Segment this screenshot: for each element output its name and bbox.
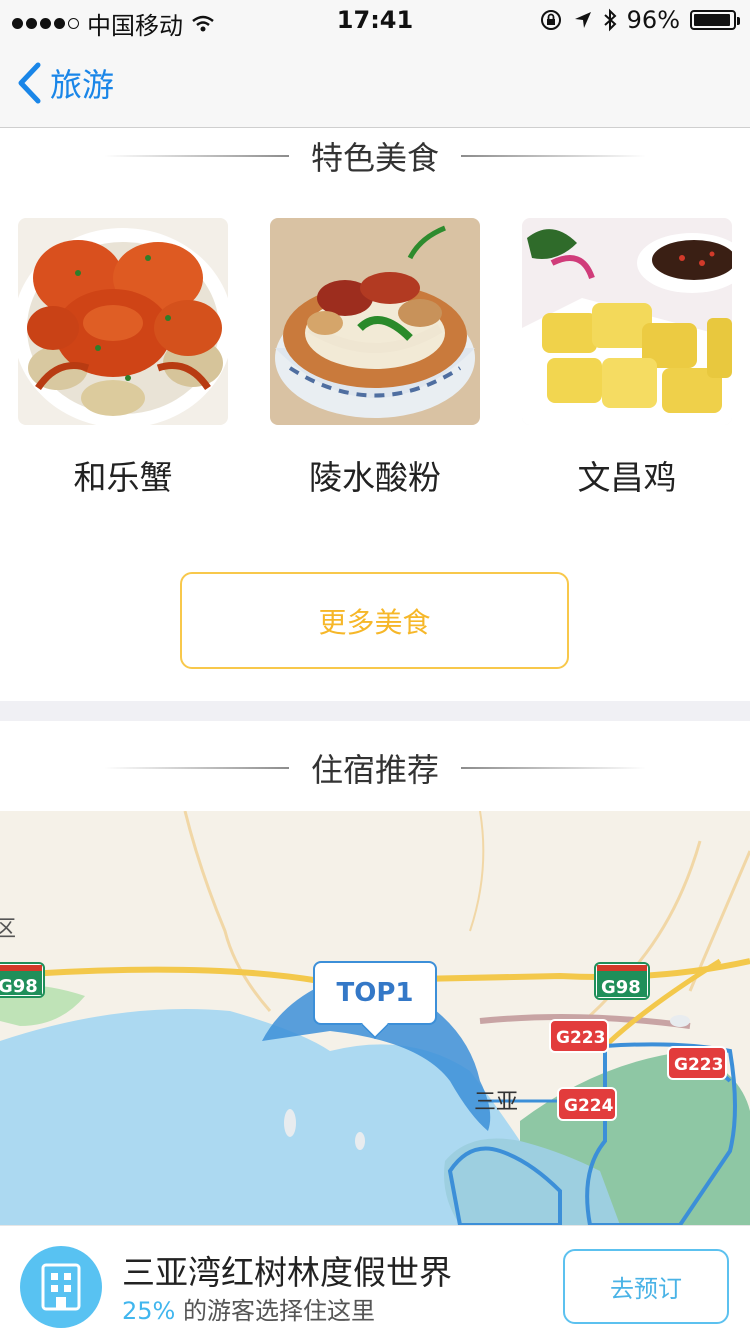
hotel-stat: 25% 的游客选择住这里 bbox=[122, 1291, 375, 1326]
food-name: 和乐蟹 bbox=[73, 458, 173, 497]
food-image-chicken bbox=[522, 218, 732, 425]
map-label-g98-left: G98 bbox=[0, 976, 38, 997]
map-label-g223-a: G223 bbox=[556, 1028, 605, 1048]
back-button[interactable]: 旅游 bbox=[16, 60, 114, 106]
food-item-chicken[interactable]: 文昌鸡 bbox=[522, 218, 732, 499]
hotel-recommendation-bar[interactable]: 三亚湾红树林度假世界 25% 的游客选择住这里 去预订 bbox=[0, 1225, 750, 1334]
food-item-noodles[interactable]: 陵水酸粉 bbox=[270, 218, 480, 499]
divider-line bbox=[461, 155, 646, 157]
food-name: 文昌鸡 bbox=[577, 458, 677, 497]
divider-line bbox=[103, 155, 289, 157]
map-label-city: 三亚 bbox=[474, 1090, 518, 1115]
map-marker-top1[interactable]: TOP1 bbox=[313, 961, 437, 1025]
food-section-title: 特色美食 bbox=[310, 139, 439, 177]
rotation-lock-icon bbox=[540, 10, 561, 30]
more-food-button[interactable]: 更多美食 bbox=[180, 572, 569, 669]
hotel-name: 三亚湾红树林度假世界 bbox=[122, 1253, 452, 1292]
bluetooth-icon bbox=[603, 8, 617, 32]
hotel-percent: 25% bbox=[122, 1297, 176, 1325]
hotel-map[interactable]: 区 G98 G98 G223 G223 G224 三亚 TOP1 bbox=[0, 811, 750, 1225]
book-button[interactable]: 去预订 bbox=[563, 1249, 729, 1324]
navigation-bar: 旅游 bbox=[0, 40, 750, 128]
lodging-section-header: 住宿推荐 bbox=[0, 738, 750, 798]
map-label-g223-b: G223 bbox=[674, 1055, 723, 1075]
lodging-section-title: 住宿推荐 bbox=[310, 751, 439, 789]
section-separator bbox=[0, 701, 750, 721]
back-label: 旅游 bbox=[50, 66, 115, 104]
food-image-noodles bbox=[270, 218, 480, 425]
map-label-g98-right: G98 bbox=[601, 977, 641, 998]
location-icon bbox=[574, 12, 591, 28]
food-grid: 和乐蟹 陵水酸粉 文昌鸡 bbox=[0, 218, 750, 499]
divider-line bbox=[103, 767, 289, 769]
status-right: 96% bbox=[539, 6, 740, 34]
battery-level bbox=[694, 14, 731, 26]
hotel-stat-text: 的游客选择住这里 bbox=[175, 1297, 375, 1325]
map-label-g224: G224 bbox=[564, 1096, 614, 1116]
divider-line bbox=[461, 767, 646, 769]
battery-percent: 96% bbox=[626, 6, 680, 34]
status-bar: 中国移动 17:41 96% bbox=[0, 0, 750, 40]
battery-icon bbox=[690, 10, 740, 30]
chevron-left-icon bbox=[18, 62, 41, 104]
food-image-crab bbox=[18, 218, 228, 425]
food-item-crab[interactable]: 和乐蟹 bbox=[18, 218, 228, 499]
food-name: 陵水酸粉 bbox=[309, 458, 441, 497]
map-label-district: 区 bbox=[0, 917, 16, 942]
hotel-building-icon bbox=[20, 1246, 102, 1328]
food-section-header: 特色美食 bbox=[0, 126, 750, 186]
